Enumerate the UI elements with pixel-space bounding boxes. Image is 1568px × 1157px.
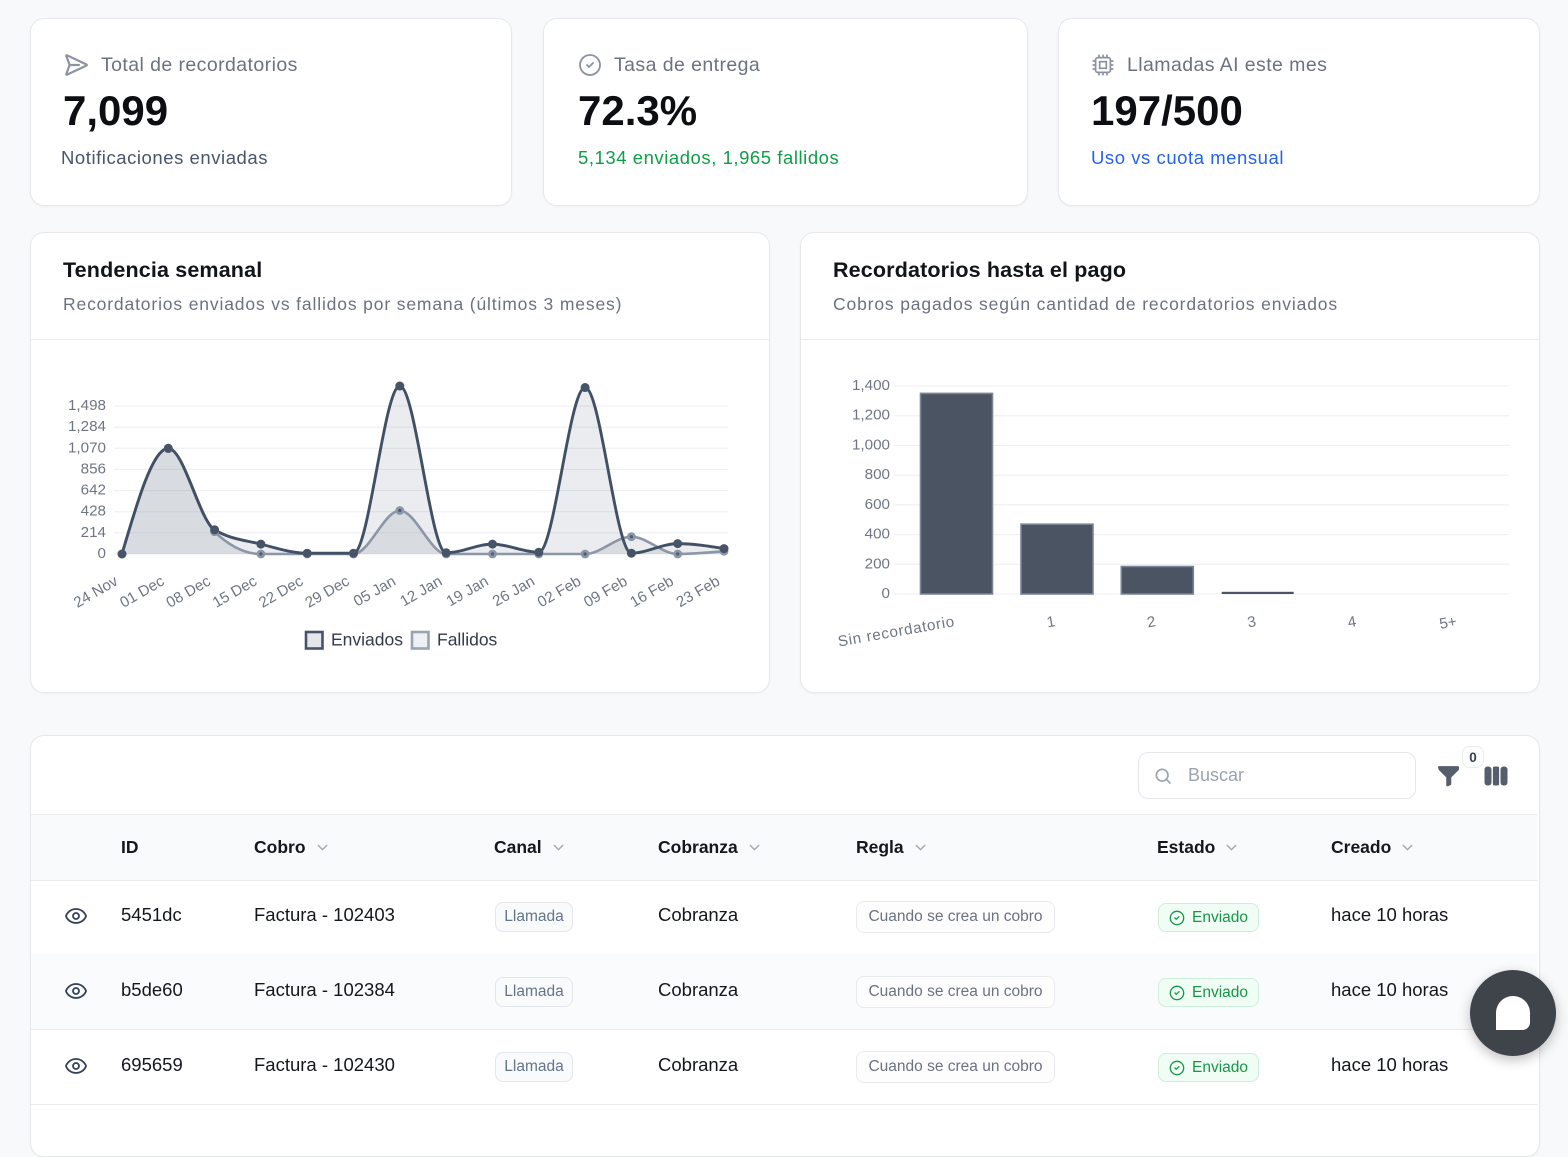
svg-text:5+: 5+	[1438, 613, 1458, 633]
svg-text:0: 0	[98, 545, 106, 562]
svg-text:1,498: 1,498	[68, 397, 106, 414]
svg-text:15 Dec: 15 Dec	[210, 573, 261, 612]
svg-text:1,070: 1,070	[68, 439, 106, 456]
svg-text:23 Feb: 23 Feb	[674, 573, 723, 611]
svg-text:1,400: 1,400	[852, 377, 890, 394]
svg-text:400: 400	[865, 526, 890, 543]
svg-text:0: 0	[882, 585, 890, 602]
svg-text:16 Feb: 16 Feb	[627, 573, 676, 611]
svg-text:Fallidos: Fallidos	[437, 630, 498, 650]
svg-text:12 Jan: 12 Jan	[397, 573, 445, 611]
svg-text:1,000: 1,000	[852, 436, 890, 453]
svg-text:05 Jan: 05 Jan	[351, 573, 399, 611]
svg-text:600: 600	[865, 496, 890, 513]
svg-text:01 Dec: 01 Dec	[117, 573, 168, 612]
svg-text:214: 214	[81, 524, 106, 541]
svg-text:200: 200	[865, 555, 890, 572]
svg-text:02 Feb: 02 Feb	[535, 573, 584, 611]
svg-text:24 Nov: 24 Nov	[71, 573, 122, 612]
svg-text:428: 428	[81, 503, 106, 520]
svg-text:3: 3	[1246, 613, 1257, 631]
svg-text:1: 1	[1045, 613, 1056, 631]
svg-text:4: 4	[1346, 613, 1357, 631]
svg-text:22 Dec: 22 Dec	[256, 573, 307, 612]
svg-text:2: 2	[1146, 613, 1157, 631]
svg-text:09 Feb: 09 Feb	[581, 573, 630, 611]
svg-text:1,284: 1,284	[68, 418, 106, 435]
svg-text:642: 642	[81, 482, 106, 499]
svg-text:08 Dec: 08 Dec	[163, 573, 214, 612]
svg-text:856: 856	[81, 460, 106, 477]
svg-text:19 Jan: 19 Jan	[444, 573, 492, 611]
svg-text:29 Dec: 29 Dec	[302, 573, 353, 612]
svg-text:Enviados: Enviados	[331, 630, 403, 650]
svg-text:26 Jan: 26 Jan	[490, 573, 538, 611]
svg-text:800: 800	[865, 466, 890, 483]
svg-text:1,200: 1,200	[852, 407, 890, 424]
svg-text:Sin recordatorio: Sin recordatorio	[837, 613, 957, 650]
